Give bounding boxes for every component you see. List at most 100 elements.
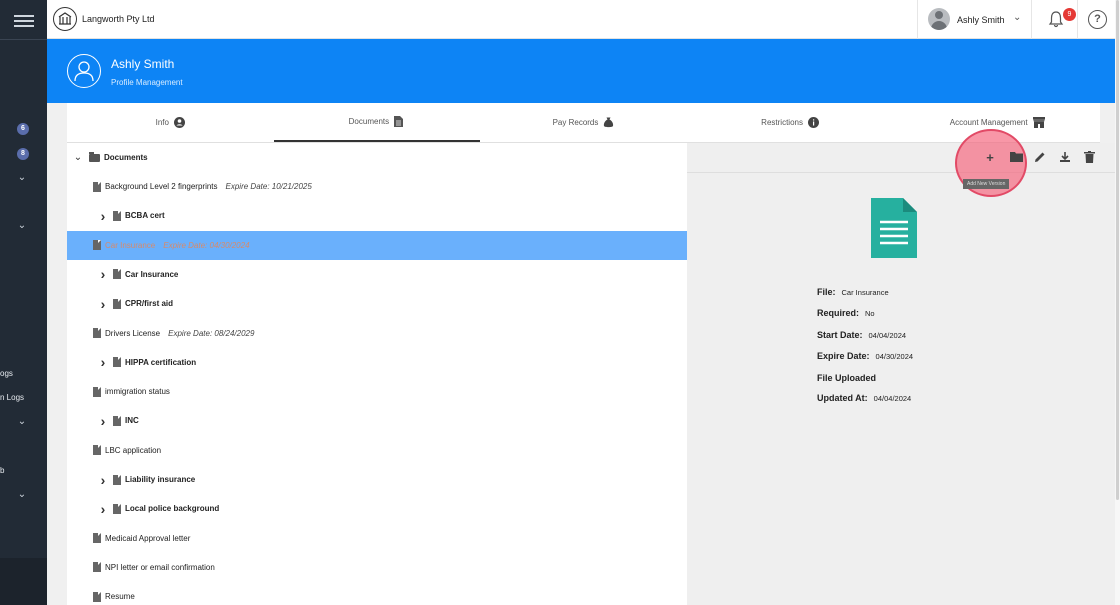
tree-document-row[interactable]: Background Level 2 fingerprints Expire Da… [67,172,687,201]
document-file-icon [871,198,917,263]
profile-subtitle: Profile Management [111,78,183,87]
chevron-right-icon[interactable]: › [98,354,108,370]
field-key: Expire Date: [817,351,870,361]
tree-root-label: Documents [104,153,148,162]
tree-folder-row[interactable]: › CPR/first aid [67,289,687,318]
field-key: Updated At: [817,393,868,403]
tab-label: Account Management [949,118,1028,127]
chevron-down-icon[interactable]: ⌄ [73,152,83,163]
user-menu[interactable]: Ashly Smith ⌄ [917,0,1032,39]
detail-field: File Uploaded [817,373,882,383]
document-icon [93,240,101,251]
detail-field: Required: No [817,308,875,318]
download-icon[interactable] [1058,151,1072,165]
document-icon [93,181,101,192]
tab-pay-records[interactable]: Pay Records [480,103,687,142]
top-header: Langworth Pty Ltd Ashly Smith ⌄ 9 ? [47,0,1120,39]
tab-info[interactable]: Info [67,103,274,142]
tree-folder-row[interactable]: › INC [67,406,687,435]
document-icon [93,562,101,573]
tree-item-label: HIPPA certification [125,357,197,367]
chevron-right-icon[interactable]: › [98,501,108,517]
document-icon [394,116,405,127]
document-icon [113,503,121,514]
document-icon [93,445,101,456]
tree-item-label: Car Insurance [125,269,179,279]
document-icon [93,328,101,338]
tab-restrictions[interactable]: Restrictions [687,103,894,142]
notification-badge: 9 [1063,8,1076,21]
profile-banner: Ashly Smith Profile Management [47,39,1115,103]
tree-item-label: NPI letter or email confirmation [105,562,215,572]
chevron-right-icon[interactable]: › [98,208,108,224]
sidebar-item-label[interactable]: b [0,466,4,475]
help-icon[interactable]: ? [1088,10,1107,29]
tree-document-row[interactable]: Drivers License Expire Date: 08/24/2029 [67,319,687,348]
chevron-down-icon: ⌄ [1013,12,1022,23]
chevron-down-icon[interactable]: ⌄ [17,417,27,427]
chevron-down-icon[interactable]: ⌄ [17,490,27,500]
field-key: File: [817,287,836,297]
hamburger-menu-icon[interactable] [14,12,34,28]
detail-field: Updated At: 04/04/2024 [817,393,911,403]
tree-folder-row[interactable]: › BCBA cert [67,201,687,230]
tree-item-label: CPR/first aid [125,299,174,309]
tab-documents[interactable]: Documents [273,103,481,142]
tree-document-row[interactable]: Car Insurance Expire Date: 04/30/2024 [67,230,687,260]
tree-item-label: immigration status [105,387,170,397]
document-toolbar: + Add New Version [687,129,1115,197]
tree-item-label: LBC application [105,445,162,455]
tree-document-row[interactable]: LBC application [67,436,687,465]
document-icon [93,533,101,544]
folder-icon[interactable] [1009,151,1023,165]
chevron-right-icon[interactable]: › [98,266,108,282]
scrollbar[interactable] [1115,0,1120,605]
edit-icon[interactable] [1033,151,1047,165]
person-circle-icon [173,117,185,128]
tree-folder-row[interactable]: › Local police background [67,494,687,523]
info-icon [807,117,819,128]
tree-document-row[interactable]: Resume [67,582,687,605]
chevron-right-icon[interactable]: › [98,296,108,312]
tree-root[interactable]: ⌄ Documents [67,143,687,172]
field-key: File Uploaded [817,373,877,383]
trash-icon[interactable] [1082,151,1096,165]
expire-date: Expire Date: 04/30/2024 [163,240,250,250]
document-icon [113,210,121,221]
sidebar-item-label[interactable]: ogs [0,369,13,378]
document-icon [113,474,121,485]
chevron-right-icon[interactable]: › [98,413,108,429]
field-key: Required: [817,308,860,318]
sidebar-badge: 6 [17,123,29,135]
field-value: 04/04/2024 [873,394,912,403]
chevron-right-icon[interactable]: › [98,472,108,488]
sidebar-item-label[interactable]: n Logs [0,393,24,402]
tree-folder-row[interactable]: › Car Insurance [67,260,687,289]
tree-document-row[interactable]: Medicaid Approval letter [67,524,687,553]
field-value: Car Insurance [841,288,889,297]
tree-item-label: Medicaid Approval letter [105,533,191,543]
field-key: Start Date: [817,330,863,340]
tree-document-row[interactable]: NPI letter or email confirmation [67,553,687,582]
tree-item-label: Car Insurance [105,240,156,250]
tree-item-label: Local police background [125,504,220,514]
tree-folder-row[interactable]: › Liability insurance [67,465,687,494]
add-new-version-button[interactable]: + [983,151,997,165]
user-name: Ashly Smith [957,15,1005,25]
company-name: Langworth Pty Ltd [82,14,155,24]
detail-field: Expire Date: 04/30/2024 [817,351,913,361]
tab-label: Info [155,118,169,127]
company-logo-icon [53,7,77,31]
tree-folder-row[interactable]: › HIPPA certification [67,348,687,377]
chevron-down-icon[interactable]: ⌄ [17,221,27,231]
scrollbar-thumb[interactable] [1116,0,1119,500]
tab-bar: Info Documents Pay Records Restrictions … [67,103,1100,143]
tree-item-label: INC [125,416,139,426]
expire-date: Expire Date: 08/24/2029 [168,328,255,338]
tree-document-row[interactable]: immigration status [67,377,687,406]
detail-field: File: Car Insurance [817,287,889,297]
chevron-down-icon[interactable]: ⌄ [17,173,27,183]
sidebar-badge: 8 [17,148,29,160]
field-value: No [865,309,875,318]
tree-item-label: Background Level 2 fingerprints [105,182,218,191]
